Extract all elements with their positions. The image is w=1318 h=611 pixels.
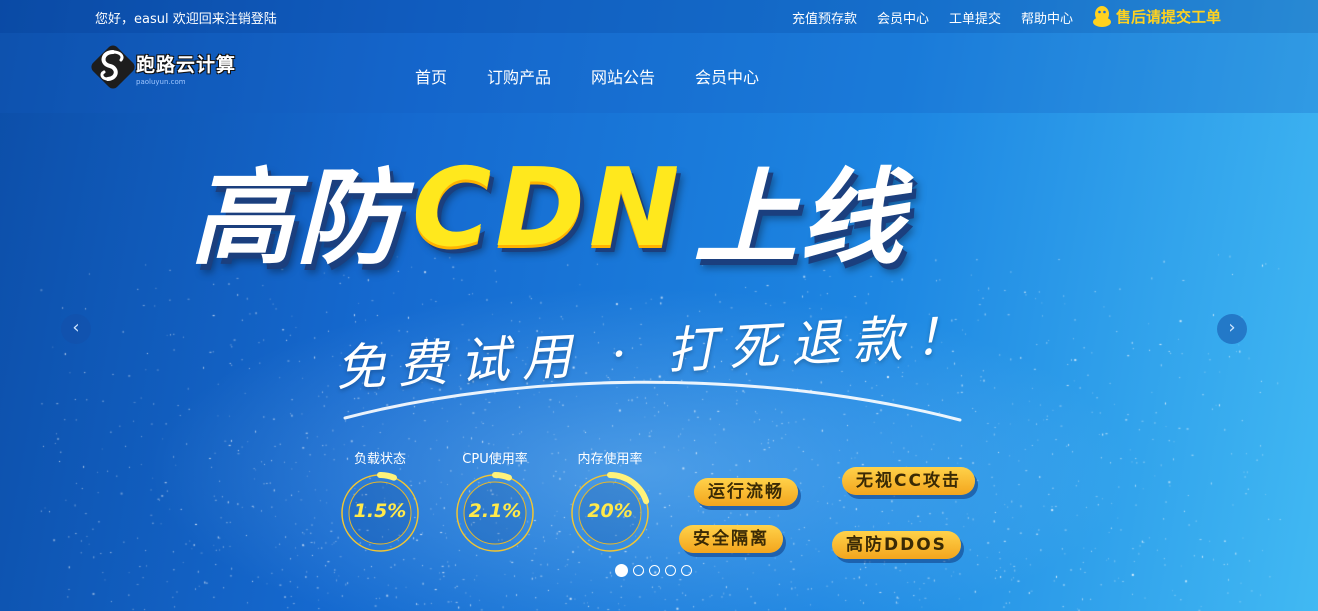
badge-cc-protection: 无视CC攻击 (842, 467, 975, 495)
badge-ddos-protection: 高防DDOS (832, 531, 961, 559)
badge-secure-isolation: 安全隔离 (679, 525, 783, 553)
gauge-cpu-ring: 2.1% (452, 470, 538, 556)
carousel-dots (615, 564, 692, 577)
gauge-level-arc (377, 472, 397, 481)
carousel-dot-2[interactable] (633, 565, 644, 576)
carousel-prev-button[interactable]: ‹ (61, 314, 91, 344)
carousel-dot-3[interactable] (649, 565, 660, 576)
badge-runs-smoothly: 运行流畅 (694, 478, 798, 506)
carousel-dot-4[interactable] (665, 565, 676, 576)
gauge-load-value: 1.5% (353, 500, 407, 522)
gauge-level-arc (492, 472, 512, 481)
carousel-dot-1[interactable] (615, 564, 628, 577)
gauge-load-ring: 1.5% (337, 470, 423, 556)
carousel-dot-5[interactable] (681, 565, 692, 576)
gauge-memory: 内存使用率 20% (560, 448, 660, 556)
carousel-next-button[interactable]: › (1217, 314, 1247, 344)
gauge-cpu-label: CPU使用率 (462, 452, 528, 467)
gauge-load-label: 负载状态 (353, 452, 406, 467)
gauge-cpu-value: 2.1% (468, 500, 522, 522)
gauge-memory-value: 20% (587, 500, 633, 522)
gauge-memory-ring: 20% (567, 470, 653, 556)
gauge-cpu: CPU使用率 2.1% (445, 448, 545, 556)
gauge-load: 负载状态 1.5% (330, 448, 430, 556)
gauge-memory-label: 内存使用率 (577, 452, 643, 467)
